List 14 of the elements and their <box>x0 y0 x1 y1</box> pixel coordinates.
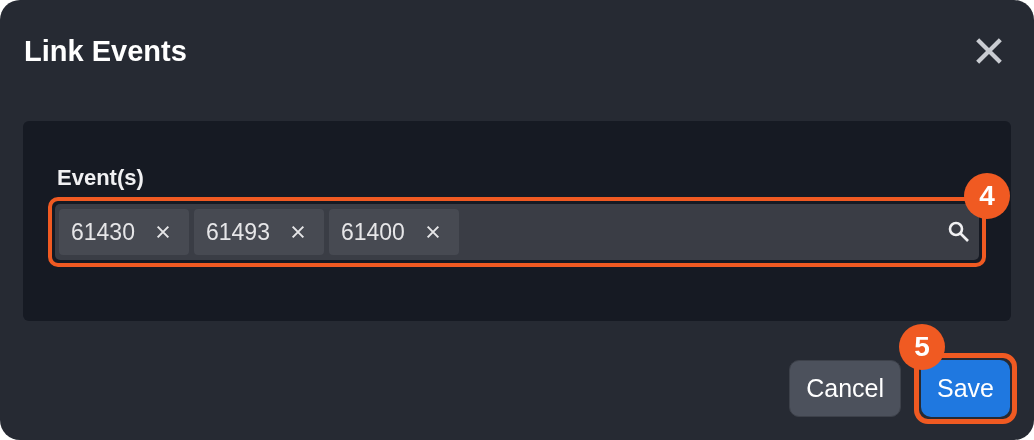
tag-text: 61400 <box>340 218 405 246</box>
remove-icon[interactable] <box>154 224 171 240</box>
events-field[interactable]: 61430 61493 61400 <box>55 204 979 260</box>
remove-icon[interactable] <box>289 224 306 240</box>
step-badge: 5 <box>899 324 945 370</box>
step-badge: 4 <box>964 173 1010 219</box>
tag-text: 61430 <box>71 218 135 246</box>
tag-text: 61493 <box>205 218 270 246</box>
save-button[interactable]: Save <box>921 360 1010 417</box>
cancel-button[interactable]: Cancel <box>789 360 901 417</box>
field-label: Event(s) <box>57 165 145 191</box>
dialog-title: Link Events <box>24 34 187 68</box>
search-icon[interactable] <box>947 220 971 244</box>
remove-icon[interactable] <box>424 224 441 240</box>
